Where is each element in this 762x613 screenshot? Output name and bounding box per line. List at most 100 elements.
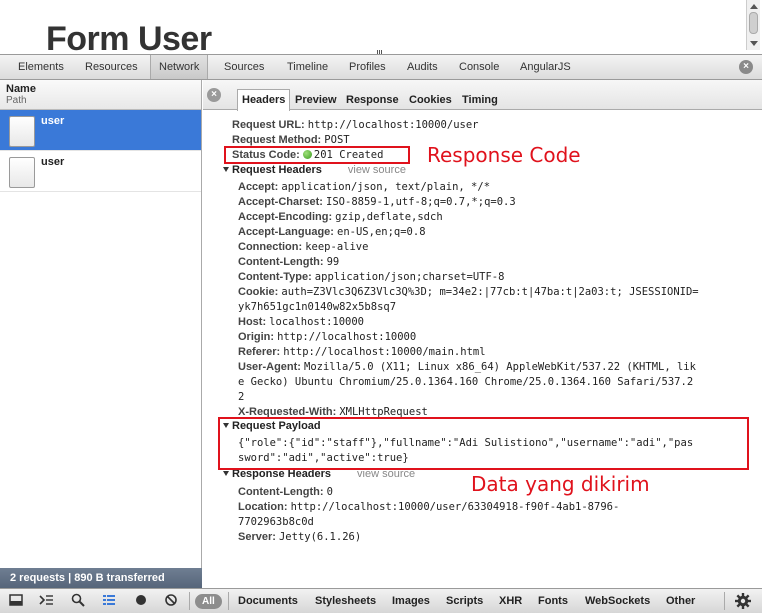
header-row: Server: Jetty(6.1.26) [238, 530, 361, 545]
filter-images[interactable]: Images [392, 594, 430, 609]
console-drawer-icon[interactable] [38, 593, 54, 609]
filter-stylesheets[interactable]: Stylesheets [315, 594, 376, 609]
filter-websockets[interactable]: WebSockets [585, 594, 650, 609]
tab-response[interactable]: Response [342, 90, 403, 110]
page-scrollbar[interactable] [746, 0, 760, 50]
header-key: Referer: [238, 346, 284, 358]
scroll-up-icon[interactable] [750, 4, 758, 9]
header-row: Host: localhost:10000 [238, 315, 364, 330]
view-source-link[interactable]: view source [348, 164, 406, 176]
tab-console[interactable]: Console [451, 55, 507, 79]
request-name: user [41, 115, 65, 127]
header-key: Accept-Charset: [238, 196, 327, 208]
request-row-user-selected[interactable]: user [0, 110, 201, 151]
payload-highlight-box [218, 417, 749, 470]
tab-preview[interactable]: Preview [291, 90, 341, 110]
record-icon[interactable] [133, 593, 149, 609]
tab-resources[interactable]: Resources [77, 55, 146, 79]
tab-audits[interactable]: Audits [399, 55, 446, 79]
large-rows-icon[interactable] [101, 593, 117, 609]
header-row: Location: http://localhost:10000/user/63… [238, 500, 619, 515]
request-list-header[interactable]: Name Path [0, 80, 201, 110]
tab-timing[interactable]: Timing [458, 90, 502, 110]
disclosure-triangle-icon[interactable] [223, 471, 229, 476]
header-value: 7702963b8c0d [238, 516, 314, 528]
header-row: 2 [238, 390, 244, 405]
header-row: e Gecko) Ubuntu Chromium/25.0.1364.160 C… [238, 375, 693, 390]
devtools-toolbar: Elements Resources Network Sources Timel… [0, 54, 762, 80]
header-key: Cookie: [238, 286, 282, 298]
header-row: Referer: http://localhost:10000/main.htm… [238, 345, 486, 360]
header-value: http://localhost:10000/user/63304918-f90… [290, 501, 620, 513]
header-row: Connection: keep-alive [238, 240, 368, 255]
tab-timeline[interactable]: Timeline [279, 55, 336, 79]
search-icon[interactable] [70, 593, 86, 609]
header-key: Server: [238, 531, 279, 543]
header-value: application/json;charset=UTF-8 [314, 271, 505, 283]
header-value: application/json, text/plain, */* [281, 181, 491, 193]
header-key: Accept-Language: [238, 226, 338, 238]
header-row: Cookie: auth=Z3Vlc3Q6Z3Vlc3Q%3D; m=34e2:… [238, 285, 699, 300]
header-row: Accept-Charset: ISO-8859-1,utf-8;q=0.7,*… [238, 195, 516, 210]
header-key: Content-Length: [238, 256, 327, 268]
close-devtools-icon[interactable]: × [739, 60, 753, 74]
header-row: Accept-Encoding: gzip,deflate,sdch [238, 210, 443, 225]
tab-profiles[interactable]: Profiles [341, 55, 394, 79]
gear-icon[interactable] [734, 592, 752, 610]
filter-fonts[interactable]: Fonts [538, 594, 568, 609]
header-row: Origin: http://localhost:10000 [238, 330, 416, 345]
tab-elements[interactable]: Elements [10, 55, 72, 79]
header-value: yk7h651gc1n0140w82x5b8sq7 [238, 301, 397, 313]
filter-xhr[interactable]: XHR [499, 594, 522, 609]
request-url-row: Request URL: http://localhost:10000/user [232, 119, 479, 131]
request-summary: 2 requests | 890 B transferred [0, 568, 202, 588]
request-headers-section[interactable]: Request Headers view source [223, 163, 406, 178]
tab-sources[interactable]: Sources [216, 55, 272, 79]
header-value: ISO-8859-1,utf-8;q=0.7,*;q=0.3 [326, 196, 516, 208]
tab-cookies[interactable]: Cookies [405, 90, 456, 110]
dock-icon[interactable] [8, 593, 24, 609]
file-icon [9, 116, 35, 147]
header-value: auth=Z3Vlc3Q6Z3Vlc3Q%3D; m=34e2:|77cb:t|… [281, 286, 699, 298]
toolbar-divider [724, 592, 725, 610]
header-value: gzip,deflate,sdch [335, 211, 443, 223]
tab-headers[interactable]: Headers [237, 89, 291, 111]
status-code-highlight-box [224, 146, 410, 164]
column-path: Path [6, 95, 27, 106]
detail-tabbar: × Headers Preview Response Cookies Timin… [203, 80, 762, 111]
header-key: User-Agent: [238, 361, 305, 373]
header-value: en-US,en;q=0.8 [337, 226, 426, 238]
header-value: 99 [326, 256, 340, 268]
header-key: Location: [238, 501, 291, 513]
close-detail-icon[interactable]: × [207, 88, 221, 102]
header-value: localhost:10000 [269, 316, 364, 328]
scroll-down-icon[interactable] [750, 41, 758, 46]
header-value: Jetty(6.1.26) [278, 531, 362, 543]
header-value: Mozilla/5.0 (X11; Linux x86_64) AppleWeb… [304, 361, 696, 373]
devtools-resize-grip-icon[interactable] [377, 47, 385, 54]
filter-all-button[interactable]: All [195, 594, 222, 609]
tab-network[interactable]: Network [150, 55, 209, 79]
request-list: Name Path user user 2 requests | 890 B t… [0, 80, 202, 588]
scroll-thumb[interactable] [749, 12, 758, 34]
header-row: 7702963b8c0d [238, 515, 314, 530]
header-key: Host: [238, 316, 270, 328]
filter-scripts[interactable]: Scripts [446, 594, 483, 609]
header-value: keep-alive [305, 241, 369, 253]
header-row: Accept: application/json, text/plain, */… [238, 180, 490, 195]
filter-documents[interactable]: Documents [238, 594, 298, 609]
file-icon [9, 157, 35, 188]
header-key: Content-Type: [238, 271, 315, 283]
tab-angularjs[interactable]: AngularJS [512, 55, 579, 79]
data-sent-annotation: Data yang dikirim [471, 472, 650, 496]
filter-other[interactable]: Other [666, 594, 695, 609]
header-row: Content-Length: 0 [238, 485, 333, 500]
header-key: Connection: [238, 241, 306, 253]
header-key: Accept-Encoding: [238, 211, 336, 223]
page-title: Form User [46, 20, 212, 54]
toolbar-divider [189, 592, 190, 610]
header-row: Content-Type: application/json;charset=U… [238, 270, 504, 285]
disclosure-triangle-icon[interactable] [223, 167, 229, 172]
clear-icon[interactable] [163, 593, 179, 609]
request-row-user[interactable]: user [0, 151, 201, 192]
